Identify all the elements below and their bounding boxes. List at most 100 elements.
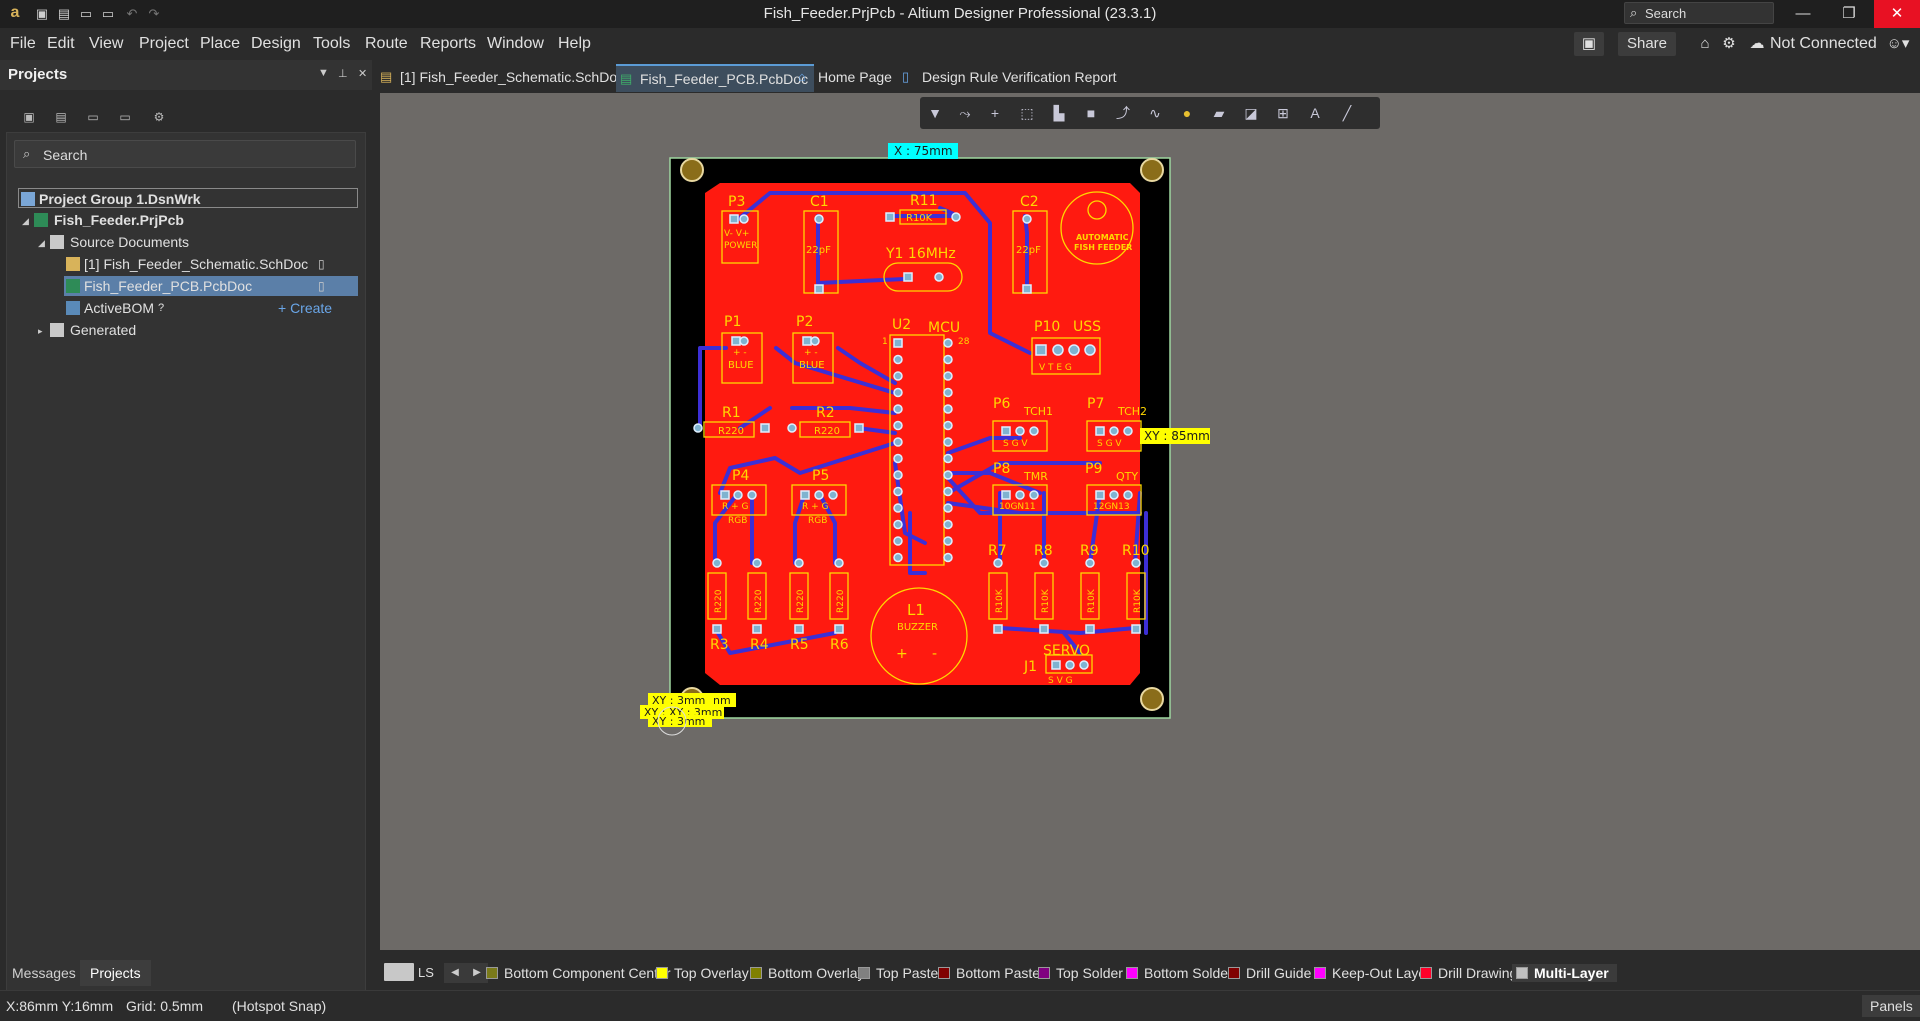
folder-icon[interactable]: ▭ [84, 110, 102, 126]
pad [1001, 490, 1011, 500]
open-project-icon[interactable]: ▭ [100, 6, 116, 22]
home-icon[interactable]: ⌂ [1696, 34, 1714, 54]
tree-item-project[interactable]: ◢ Fish_Feeder.PrjPcb [18, 210, 358, 230]
menu-edit[interactable]: Edit [47, 35, 75, 53]
expand-icon[interactable]: ◢ [22, 211, 32, 231]
tree-item-activebom[interactable]: ActiveBOM ? + Create [18, 298, 358, 318]
connection-status[interactable]: Not Connected [1770, 35, 1877, 53]
layer-tab-bottom-solder[interactable]: Bottom Solder [1122, 964, 1233, 982]
pad [1085, 624, 1095, 634]
redo-icon[interactable]: ↷ [146, 6, 162, 22]
label-R1: R1 [722, 405, 741, 421]
panel-menu-icon[interactable]: ▼ [318, 67, 329, 79]
undo-icon[interactable]: ↶ [124, 6, 140, 22]
layer-tab-bottom-paste[interactable]: Bottom Paste [934, 964, 1040, 982]
pcb-board[interactable]: P3 V- V+ POWER C1 22pF R11 R10K C2 22pF … [380, 93, 1920, 950]
mcu-pin [893, 552, 903, 563]
menu-route[interactable]: Route [365, 35, 408, 53]
global-search-input[interactable]: ⌕ Search [1624, 2, 1774, 24]
grid-size[interactable]: Grid: 0.5mm [126, 998, 203, 1014]
tab-schematic[interactable]: ▤ [1] Fish_Feeder_Schematic.SchDoc [376, 64, 630, 92]
layer-tab-top-solder[interactable]: Top Solder [1034, 964, 1123, 982]
pad [1029, 426, 1039, 436]
create-bom-link[interactable]: + Create [278, 298, 332, 318]
scroll-left-icon[interactable]: ◀ [444, 963, 466, 983]
pad [1109, 490, 1119, 500]
tree-item-pcb[interactable]: Fish_Feeder_PCB.PcbDoc ▯ [64, 276, 358, 296]
mcu-pin [893, 536, 903, 546]
panel-toolbar: ▣ ▤ ▭ ▭ ⚙ [0, 100, 372, 136]
tree-item-generated[interactable]: ▸ Generated [18, 320, 358, 340]
tab-pcb[interactable]: ▤ Fish_Feeder_PCB.PcbDoc [616, 64, 815, 92]
expand-icon[interactable]: ◢ [38, 233, 48, 253]
pad [752, 624, 762, 634]
mcu-pin [893, 371, 903, 381]
menu-project[interactable]: Project [139, 35, 189, 53]
menu-help[interactable]: Help [558, 35, 591, 53]
tab-drc-report[interactable]: ▯ Design Rule Verification Report [898, 64, 1123, 92]
minimize-button[interactable]: — [1780, 0, 1826, 28]
save-icon[interactable]: ▣ [34, 6, 50, 22]
save-all-icon[interactable]: ▤ [56, 6, 72, 22]
menu-tools[interactable]: Tools [313, 35, 350, 53]
collapse-icon[interactable]: ▸ [38, 321, 48, 341]
layer-tab-keep-out-layer[interactable]: Keep-Out Layer [1310, 964, 1431, 982]
user-icon[interactable]: ☺▾ [1884, 34, 1912, 54]
menu-reports[interactable]: Reports [420, 35, 476, 53]
gear-icon[interactable]: ⚙ [1720, 34, 1738, 54]
layer-color-swatch [858, 967, 870, 979]
tree-item-project-group[interactable]: Project Group 1.DsnWrk [18, 188, 358, 208]
layer-tab-top-overlay[interactable]: Top Overlay [652, 964, 749, 982]
tab-projects[interactable]: Projects [80, 960, 151, 986]
menu-file[interactable]: File [10, 35, 36, 53]
menu-place[interactable]: Place [200, 35, 240, 53]
pad [951, 212, 961, 222]
layer-tab-drill-drawing[interactable]: Drill Drawing [1416, 964, 1517, 982]
panel-close-icon[interactable]: ✕ [358, 67, 367, 80]
menu-view[interactable]: View [89, 35, 123, 53]
panels-button[interactable]: Panels [1862, 995, 1920, 1017]
settings-icon[interactable]: ⚙ [150, 110, 168, 126]
pcb-workspace[interactable]: ▼ ⤳ + ⬚ ▙ ■ ⤴ ∿ ● ▰ ◪ ⊞ A ╱ P3 V- V+ POW… [380, 93, 1920, 950]
tree-label: [1] Fish_Feeder_Schematic.SchDoc [84, 256, 309, 272]
label-R5-value: R220 [796, 589, 806, 613]
layer-tab-multi-layer[interactable]: Multi-Layer [1512, 964, 1617, 982]
menu-window[interactable]: Window [487, 35, 544, 53]
layer-tab-drill-guide[interactable]: Drill Guide [1224, 964, 1311, 982]
layer-tab-bottom-overlay[interactable]: Bottom Overlay [746, 964, 864, 982]
tree-item-source-documents[interactable]: ◢ Source Documents [18, 232, 358, 252]
restore-button[interactable]: ❐ [1826, 0, 1872, 28]
label-R2: R2 [816, 405, 835, 421]
save-icon[interactable]: ▣ [20, 110, 38, 126]
label-R9-value: R10K [1087, 588, 1097, 613]
altium-logo-icon[interactable]: a [6, 4, 24, 22]
help-icon[interactable]: ? [158, 298, 164, 318]
menu-design[interactable]: Design [251, 35, 301, 53]
layer-set-swatch[interactable] [384, 963, 414, 981]
tree-label: Project Group 1.DsnWrk [39, 191, 201, 207]
logo-text-2: FISH FEEDER [1074, 243, 1132, 252]
project-search-input[interactable]: ⌕ Search [14, 140, 356, 168]
open-icon[interactable]: ▭ [78, 6, 94, 22]
compile-icon[interactable]: ▤ [52, 110, 70, 126]
pin-icon[interactable]: ⊥ [338, 67, 348, 80]
pad [828, 490, 838, 500]
tab-label: Design Rule Verification Report [922, 69, 1117, 85]
tree-item-schematic[interactable]: [1] Fish_Feeder_Schematic.SchDoc ▯ [18, 254, 358, 274]
layer-tab-top-paste[interactable]: Top Paste [854, 964, 938, 982]
tab-home-page[interactable]: ⌂ Home Page [794, 64, 898, 92]
folder-open-icon[interactable]: ▭ [116, 110, 134, 126]
pad [739, 214, 749, 224]
pad [814, 490, 824, 500]
notifications-button[interactable]: ▣ [1574, 32, 1604, 56]
close-button[interactable]: ✕ [1874, 0, 1920, 28]
cloud-off-icon: ☁ [1749, 35, 1765, 52]
layer-tabs: LS ◀ ▶ Bottom Component Center Top Overla… [380, 958, 1920, 988]
tab-messages[interactable]: Messages [2, 960, 86, 986]
pad [1095, 490, 1105, 500]
document-icon: ▯ [318, 279, 325, 293]
pad [794, 558, 804, 568]
layer-set-label[interactable]: LS [418, 965, 434, 980]
share-button[interactable]: Share [1618, 32, 1676, 56]
layer-tab-bottom-component-center[interactable]: Bottom Component Center [482, 964, 671, 982]
